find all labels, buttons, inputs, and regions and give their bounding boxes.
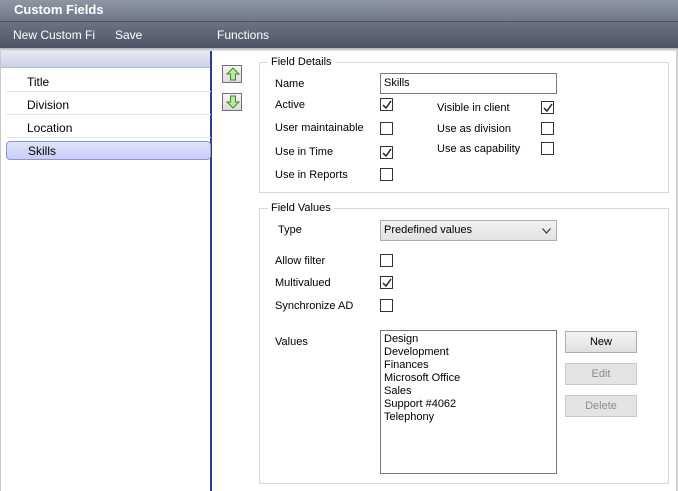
use-as-division-label: Use as division xyxy=(437,123,511,135)
use-in-reports-checkbox[interactable] xyxy=(380,168,393,181)
active-label: Active xyxy=(275,99,305,111)
list-item[interactable]: Development xyxy=(384,346,553,359)
delete-value-button[interactable]: Delete xyxy=(565,395,637,417)
new-value-button[interactable]: New xyxy=(565,331,637,353)
list-header xyxy=(1,51,210,68)
allow-filter-checkbox[interactable] xyxy=(380,254,393,267)
type-label: Type xyxy=(278,224,302,236)
list-item[interactable]: Sales xyxy=(384,385,553,398)
custom-fields-list: Title Division Location Skills xyxy=(0,51,212,491)
user-maintainable-checkbox[interactable] xyxy=(380,122,393,135)
name-input[interactable]: Skills xyxy=(380,73,557,94)
list-item[interactable]: Microsoft Office xyxy=(384,372,553,385)
name-label: Name xyxy=(275,78,305,90)
save-menu[interactable]: Save xyxy=(115,28,142,42)
check-icon xyxy=(382,100,392,110)
list-item-division[interactable]: Division xyxy=(6,96,211,115)
type-select[interactable]: Predefined values xyxy=(380,220,557,241)
functions-menu[interactable]: Functions xyxy=(217,28,269,42)
new-custom-field-menu[interactable]: New Custom Fi xyxy=(13,28,95,42)
allow-filter-label: Allow filter xyxy=(275,255,326,267)
values-label: Values xyxy=(275,336,308,348)
chevron-down-icon xyxy=(542,228,551,234)
list-item-skills[interactable]: Skills xyxy=(6,141,211,160)
synchronize-ad-checkbox[interactable] xyxy=(380,299,393,312)
list-item-location[interactable]: Location xyxy=(6,119,211,138)
check-icon xyxy=(382,148,392,158)
synchronize-ad-label: Synchronize AD xyxy=(275,300,354,312)
check-icon xyxy=(382,278,392,288)
use-in-reports-label: Use in Reports xyxy=(275,169,348,181)
multivalued-label: Multivalued xyxy=(275,277,331,289)
field-details-title: Field Details xyxy=(268,56,335,68)
use-in-time-label: Use in Time xyxy=(275,146,334,158)
details-pane: Field Details Name Skills Active User ma… xyxy=(212,51,678,491)
list-item[interactable]: Support #4062 xyxy=(384,398,553,411)
list-item[interactable]: Finances xyxy=(384,359,553,372)
active-checkbox[interactable] xyxy=(380,98,393,111)
field-details-group: Field Details Name Skills Active User ma… xyxy=(259,56,669,193)
arrow-up-icon xyxy=(226,67,240,81)
multivalued-checkbox[interactable] xyxy=(380,276,393,289)
arrow-down-icon xyxy=(226,95,240,109)
list-item[interactable]: Telephony xyxy=(384,411,553,424)
use-in-time-checkbox[interactable] xyxy=(380,146,393,159)
list-item[interactable]: Design xyxy=(384,333,553,346)
user-maintainable-label: User maintainable xyxy=(275,122,364,134)
visible-in-client-label: Visible in client xyxy=(437,102,510,114)
use-as-capability-label: Use as capability xyxy=(437,143,521,155)
use-as-capability-checkbox[interactable] xyxy=(541,142,554,155)
move-up-button[interactable] xyxy=(222,65,242,83)
check-icon xyxy=(543,103,553,113)
values-listbox[interactable]: Design Development Finances Microsoft Of… xyxy=(380,330,557,474)
use-as-division-checkbox[interactable] xyxy=(541,122,554,135)
list-item-title[interactable]: Title xyxy=(6,73,211,92)
menu-bar: New Custom Fi Save Functions xyxy=(0,22,678,48)
move-down-button[interactable] xyxy=(222,93,242,111)
window-title: Custom Fields xyxy=(0,0,678,22)
visible-in-client-checkbox[interactable] xyxy=(541,101,554,114)
field-values-group: Field Values Type Predefined values Allo… xyxy=(259,202,669,484)
edit-value-button[interactable]: Edit xyxy=(565,363,637,385)
field-values-title: Field Values xyxy=(268,202,334,214)
type-select-value: Predefined values xyxy=(384,224,473,236)
